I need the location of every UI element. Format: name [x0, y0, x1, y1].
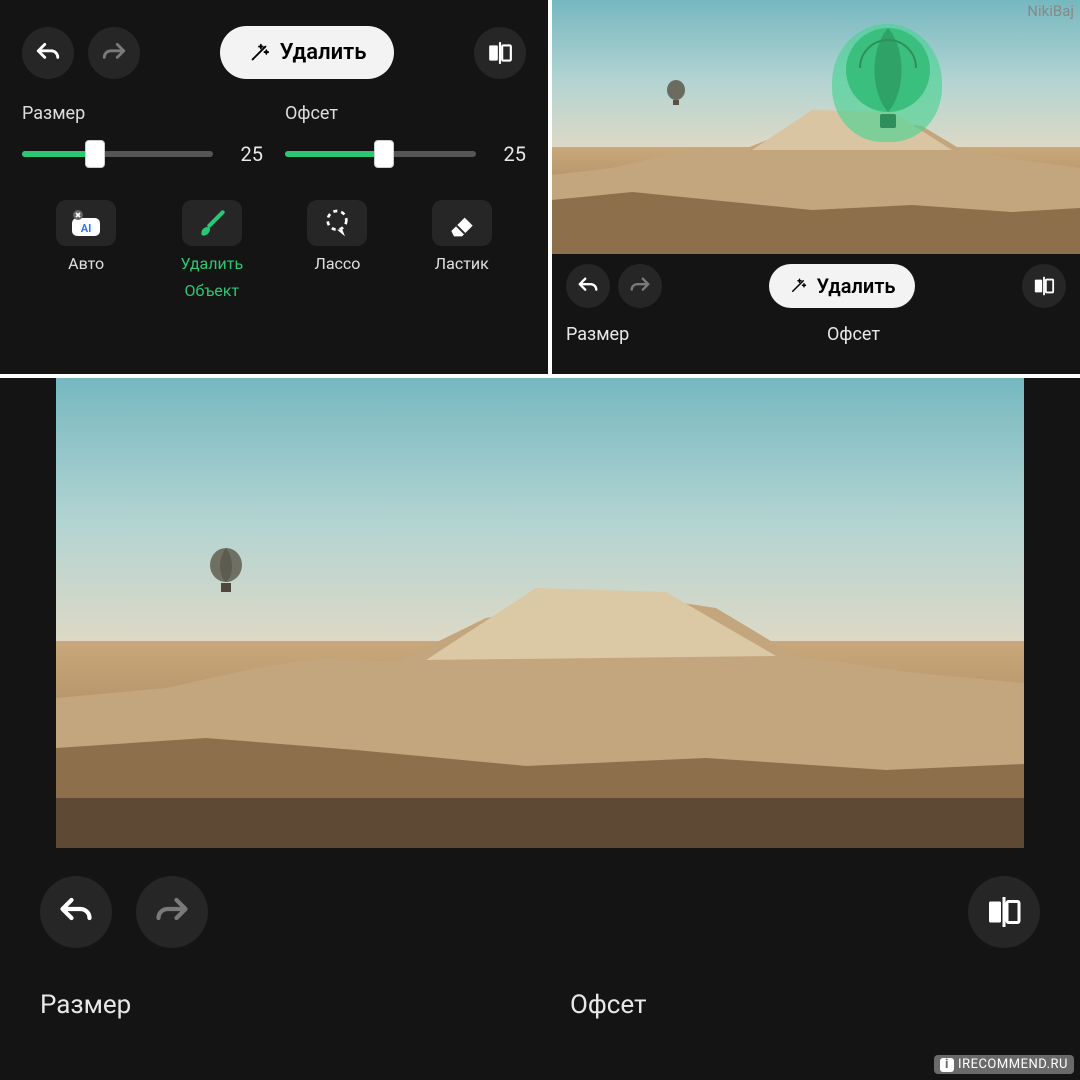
redo-icon — [629, 275, 651, 297]
remove-button-label: Удалить — [817, 274, 896, 298]
remove-button[interactable]: Удалить — [769, 264, 916, 308]
tool-remove-object[interactable]: Удалить Объект — [180, 200, 243, 300]
size-label: Размер — [566, 324, 805, 345]
undo-button[interactable] — [566, 264, 610, 308]
tool-eraser-label: Ластик — [435, 254, 489, 273]
undo-icon — [35, 40, 61, 66]
panel-top-right: Удалить Размер Офсет — [552, 0, 1080, 374]
remove-button-label: Удалить — [280, 40, 367, 65]
undo-icon — [577, 275, 599, 297]
offset-value: 25 — [494, 142, 526, 166]
offset-label: Офсет — [285, 103, 526, 124]
tool-remove-label-2: Объект — [184, 281, 239, 300]
watermark-user: NikiBaj — [1027, 2, 1074, 20]
offset-slider[interactable] — [285, 151, 476, 157]
landscape-mountains-icon — [552, 0, 1080, 254]
redo-button[interactable] — [136, 876, 208, 948]
size-label: Размер — [22, 103, 263, 124]
size-slider[interactable] — [22, 151, 213, 157]
magic-wand-icon — [789, 277, 807, 295]
compare-icon — [1033, 275, 1055, 297]
preview-image-large — [56, 378, 1024, 848]
redo-button[interactable] — [618, 264, 662, 308]
size-slider-block: Размер 25 — [22, 103, 263, 166]
preview-image-small — [552, 0, 1080, 254]
tool-eraser[interactable]: Ластик — [432, 200, 492, 300]
offset-label: Офсет — [570, 990, 1040, 1020]
offset-slider-block: Офсет 25 — [285, 103, 526, 166]
compare-button[interactable] — [1022, 264, 1066, 308]
compare-icon — [986, 894, 1022, 930]
compare-button[interactable] — [968, 876, 1040, 948]
offset-label: Офсет — [827, 324, 1066, 345]
ai-auto-icon: AI — [56, 200, 116, 246]
panel-top-left: Удалить Размер 25 Офсет — [0, 0, 548, 374]
redo-button[interactable] — [88, 27, 140, 79]
redo-icon — [154, 894, 190, 930]
lasso-icon — [307, 200, 367, 246]
size-value: 25 — [231, 142, 263, 166]
magic-wand-icon — [248, 42, 270, 64]
undo-button[interactable] — [40, 876, 112, 948]
tool-auto[interactable]: AI Авто — [56, 200, 116, 300]
balloon-small-icon — [206, 548, 246, 598]
brush-icon — [182, 200, 242, 246]
balloon-large-icon — [840, 28, 936, 144]
tool-remove-label-1: Удалить — [180, 254, 243, 273]
panel-bottom: Размер Офсет — [0, 378, 1080, 1080]
undo-button[interactable] — [22, 27, 74, 79]
tool-lasso[interactable]: Лассо — [307, 200, 367, 300]
balloon-small-icon — [664, 80, 688, 110]
tool-auto-label: Авто — [68, 254, 104, 273]
compare-icon — [487, 40, 513, 66]
watermark-site: iIRECOMMEND.RU — [934, 1055, 1074, 1074]
tool-lasso-label: Лассо — [315, 254, 361, 273]
landscape-mountains-icon — [56, 378, 1024, 848]
eraser-icon — [432, 200, 492, 246]
remove-button[interactable]: Удалить — [220, 26, 395, 79]
svg-text:AI: AI — [81, 222, 92, 235]
size-label: Размер — [40, 990, 510, 1020]
compare-button[interactable] — [474, 27, 526, 79]
undo-icon — [58, 894, 94, 930]
redo-icon — [101, 40, 127, 66]
